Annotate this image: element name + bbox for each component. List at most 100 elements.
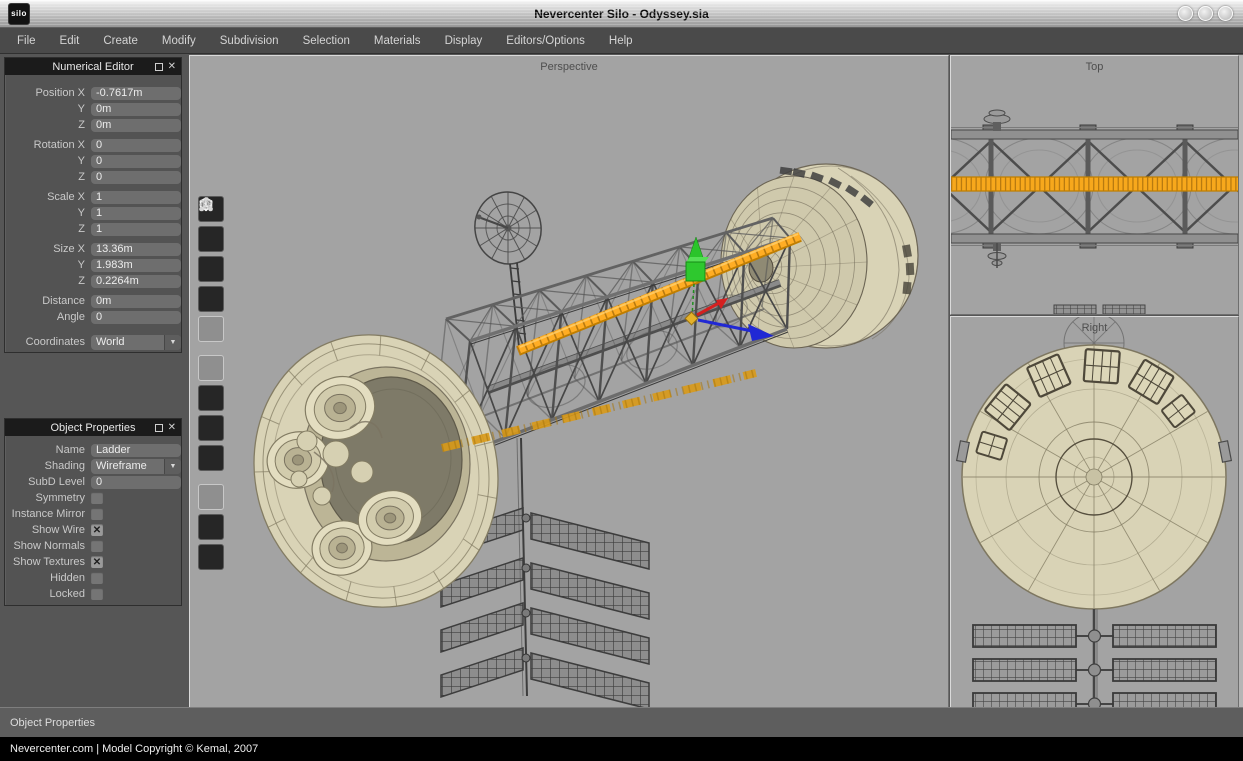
app-window: silo Nevercenter Silo - Odyssey.sia File… [0, 0, 1243, 761]
locked-checkbox[interactable] [91, 588, 103, 600]
object-mode-button[interactable] [198, 316, 224, 342]
panel-close-icon[interactable]: ✕ [168, 62, 176, 72]
field-label: SubD Level [5, 476, 91, 488]
field-label: Instance Mirror [5, 508, 91, 520]
field-label: Shading [5, 460, 91, 472]
coordinates-value: World [91, 336, 164, 348]
numerical-editor-panel: Numerical Editor ✕ Position X Y Z Rotati… [4, 57, 182, 353]
object-properties-panel: Object Properties ✕ Name Shading Wirefra… [4, 418, 182, 606]
menu-help[interactable]: Help [597, 35, 645, 47]
status-text: Object Properties [10, 717, 95, 729]
menu-selection[interactable]: Selection [291, 35, 362, 47]
title-bar[interactable]: silo Nevercenter Silo - Odyssey.sia [0, 0, 1243, 28]
position-x-input[interactable] [91, 87, 181, 100]
app-logo: silo [8, 3, 30, 25]
size-y-input[interactable] [91, 259, 181, 272]
panel-collapse-icon[interactable] [155, 424, 163, 432]
footer-text: Nevercenter.com | Model Copyright © Kema… [10, 743, 258, 755]
rotation-z-input[interactable] [91, 171, 181, 184]
field-label: Symmetry [5, 492, 91, 504]
maximize-button[interactable] [1198, 6, 1213, 21]
hidden-checkbox[interactable] [91, 572, 103, 584]
field-label: Scale X [5, 191, 91, 203]
element-mode-button[interactable] [198, 286, 224, 312]
paint-select-button[interactable] [198, 484, 224, 510]
field-label: Show Wire [5, 524, 91, 536]
minimize-button[interactable] [1178, 6, 1193, 21]
lasso-select-icon [198, 196, 214, 212]
object-name-input[interactable] [91, 444, 181, 457]
field-label: Y [5, 155, 91, 167]
rotate-tool-button[interactable] [198, 385, 224, 411]
right-viewport[interactable]: Right [950, 316, 1239, 709]
field-label: Show Normals [5, 540, 91, 552]
right-view-model [957, 317, 1232, 708]
field-label: Y [5, 103, 91, 115]
edge-mode-button[interactable] [198, 226, 224, 252]
top-view-model [951, 110, 1238, 314]
field-label: Coordinates [5, 336, 91, 348]
menu-edit[interactable]: Edit [48, 35, 92, 47]
angle-input[interactable] [91, 311, 181, 324]
rotation-y-input[interactable] [91, 155, 181, 168]
coordinates-select[interactable]: World ▼ [91, 335, 181, 350]
chevron-down-icon: ▼ [164, 335, 181, 350]
scale-z-input[interactable] [91, 223, 181, 236]
shading-select[interactable]: Wireframe ▼ [91, 459, 181, 474]
top-viewport[interactable]: Top [950, 55, 1239, 315]
field-label: Locked [5, 588, 91, 600]
scale-tool-button[interactable] [198, 415, 224, 441]
field-label: Z [5, 275, 91, 287]
field-label: Show Textures [5, 556, 91, 568]
move-tool-button[interactable] [198, 355, 224, 381]
object-properties-titlebar[interactable]: Object Properties ✕ [5, 419, 181, 436]
show-wire-checkbox[interactable]: ✕ [91, 524, 103, 536]
show-normals-checkbox[interactable] [91, 540, 103, 552]
window-controls [1178, 6, 1233, 21]
universal-tool-button[interactable] [198, 445, 224, 471]
field-label: Z [5, 119, 91, 131]
size-x-input[interactable] [91, 243, 181, 256]
field-label: Position X [5, 87, 91, 99]
distance-input[interactable] [91, 295, 181, 308]
window-frame-strip [1239, 55, 1243, 707]
window-title: Nevercenter Silo - Odyssey.sia [0, 7, 1243, 21]
field-label: Z [5, 171, 91, 183]
rect-select-button[interactable] [198, 514, 224, 540]
scale-x-input[interactable] [91, 191, 181, 204]
menu-modify[interactable]: Modify [150, 35, 208, 47]
panel-collapse-icon[interactable] [155, 63, 163, 71]
field-label: Size X [5, 243, 91, 255]
menu-create[interactable]: Create [91, 35, 150, 47]
show-textures-checkbox[interactable]: ✕ [91, 556, 103, 568]
size-z-input[interactable] [91, 275, 181, 288]
perspective-scene [190, 56, 948, 708]
field-label: Rotation X [5, 139, 91, 151]
menu-subdivision[interactable]: Subdivision [208, 35, 291, 47]
field-label: Z [5, 223, 91, 235]
field-label: Hidden [5, 572, 91, 584]
field-label: Y [5, 259, 91, 271]
menu-materials[interactable]: Materials [362, 35, 433, 47]
status-bar: Object Properties [0, 707, 1243, 737]
position-y-input[interactable] [91, 103, 181, 116]
panel-close-icon[interactable]: ✕ [168, 423, 176, 433]
subd-level-input[interactable] [91, 476, 181, 489]
field-label: Y [5, 207, 91, 219]
symmetry-checkbox[interactable] [91, 492, 103, 504]
position-z-input[interactable] [91, 119, 181, 132]
close-button[interactable] [1218, 6, 1233, 21]
menu-file[interactable]: File [5, 35, 48, 47]
field-label: Distance [5, 295, 91, 307]
perspective-viewport[interactable]: Perspective [189, 55, 949, 709]
instance-mirror-checkbox[interactable] [91, 508, 103, 520]
rotation-x-input[interactable] [91, 139, 181, 152]
tool-palette [198, 196, 224, 574]
menu-editors-options[interactable]: Editors/Options [494, 35, 597, 47]
face-mode-button[interactable] [198, 256, 224, 282]
numerical-editor-titlebar[interactable]: Numerical Editor ✕ [5, 58, 181, 75]
lasso-select-button[interactable] [198, 544, 224, 570]
menu-display[interactable]: Display [433, 35, 495, 47]
field-label: Angle [5, 311, 91, 323]
scale-y-input[interactable] [91, 207, 181, 220]
